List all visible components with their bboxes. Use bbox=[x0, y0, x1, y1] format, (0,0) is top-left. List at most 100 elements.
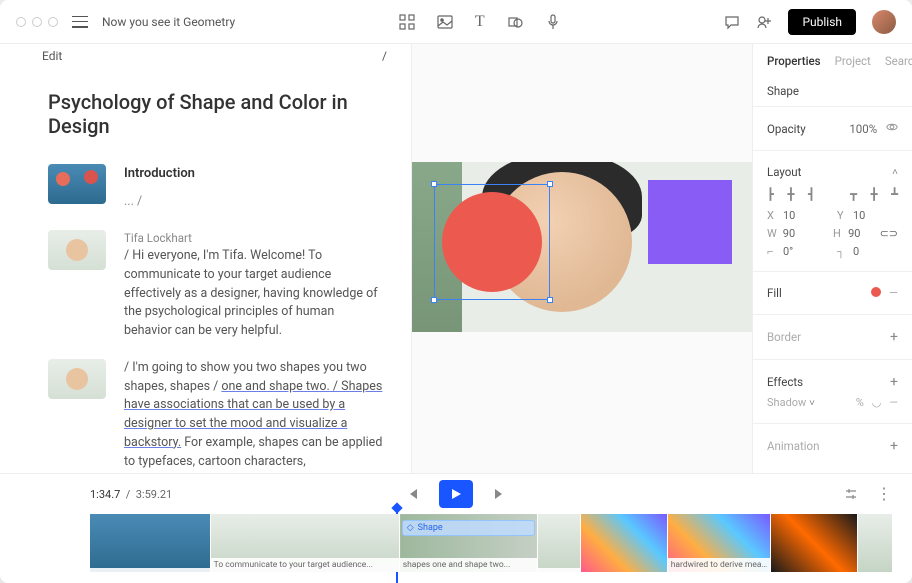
transcript-text[interactable]: / Hi everyone, I'm Tifa. Welcome! To com… bbox=[124, 247, 383, 341]
shadow-label[interactable]: Shadow ˅ bbox=[767, 396, 815, 409]
grid-icon[interactable] bbox=[399, 14, 415, 30]
slash-indicator: / bbox=[382, 49, 387, 63]
animation-section: Animation + bbox=[753, 423, 912, 468]
menu-icon[interactable] bbox=[72, 16, 88, 28]
fill-section: Fill — bbox=[753, 271, 912, 314]
opacity-value[interactable]: 100% bbox=[849, 122, 877, 136]
shape-icon[interactable] bbox=[507, 14, 523, 30]
add-animation-icon[interactable]: + bbox=[890, 438, 898, 454]
align-center-h-icon[interactable]: ╋ bbox=[788, 187, 795, 201]
timeline-clip[interactable]: hardwired to derive meaning from shapes,… bbox=[668, 514, 771, 572]
tab-search[interactable]: Search bbox=[885, 54, 912, 68]
align-top-icon[interactable]: ┳ bbox=[850, 187, 857, 201]
chevron-up-icon[interactable]: ˄ bbox=[892, 167, 898, 178]
lock-aspect-icon[interactable]: ⊂⊃ bbox=[880, 227, 898, 240]
edit-row: Edit / bbox=[0, 44, 411, 68]
remove-shadow-icon[interactable]: — bbox=[889, 396, 898, 409]
doc-heading: Psychology of Shape and Color in Design bbox=[48, 90, 383, 138]
minimize-dot[interactable] bbox=[32, 17, 42, 27]
timeline-clip[interactable]: ◇Shape shapes one and shape two... bbox=[400, 514, 537, 572]
playback-controls bbox=[405, 480, 507, 508]
transcript-text[interactable]: / I'm going to show you two shapes you t… bbox=[124, 359, 383, 473]
y-input[interactable]: 10 bbox=[853, 209, 881, 222]
timeline-clip[interactable] bbox=[771, 514, 856, 572]
share-icon[interactable] bbox=[756, 14, 772, 30]
timeline-clip[interactable] bbox=[581, 514, 666, 572]
rotation-input[interactable]: 0° bbox=[783, 245, 811, 258]
comment-icon[interactable] bbox=[724, 14, 740, 30]
x-input[interactable]: 10 bbox=[783, 209, 811, 222]
layout-label: Layout bbox=[767, 165, 801, 179]
script-row: Introduction ... / bbox=[48, 164, 383, 212]
shadow-pct-icon[interactable]: % bbox=[856, 396, 864, 409]
timeline-clip[interactable]: To communicate to your target audience..… bbox=[211, 514, 399, 572]
tab-properties[interactable]: Properties bbox=[767, 54, 821, 68]
time-display: 1:34.7 / 3:59.21 bbox=[90, 488, 172, 501]
timeline-clip[interactable] bbox=[538, 514, 581, 572]
add-border-icon[interactable]: + bbox=[890, 329, 898, 345]
h-input[interactable]: 90 bbox=[848, 227, 873, 240]
fill-color-swatch[interactable] bbox=[871, 287, 881, 297]
script-row: / I'm going to show you two shapes you t… bbox=[48, 359, 383, 473]
edit-label[interactable]: Edit bbox=[42, 49, 62, 63]
clip-thumbnail[interactable] bbox=[48, 164, 106, 204]
effects-label: Effects bbox=[767, 375, 803, 389]
add-effect-icon[interactable]: + bbox=[890, 374, 898, 390]
skip-forward-icon[interactable] bbox=[493, 487, 507, 501]
tab-project[interactable]: Project bbox=[835, 54, 871, 68]
align-left-icon[interactable]: ┣ bbox=[767, 187, 774, 201]
align-right-icon[interactable]: ┫ bbox=[808, 187, 815, 201]
transport-bar: 1:34.7 / 3:59.21 ⋮ bbox=[0, 474, 912, 514]
ellipsis: ... / bbox=[124, 193, 383, 212]
timeline-clip[interactable] bbox=[858, 514, 892, 572]
total-time: 3:59.21 bbox=[136, 488, 172, 501]
animation-label: Animation bbox=[767, 439, 819, 453]
remove-fill-icon[interactable]: — bbox=[889, 286, 898, 300]
user-avatar[interactable] bbox=[872, 10, 896, 34]
visibility-icon[interactable] bbox=[886, 122, 898, 136]
clip-thumbnail[interactable] bbox=[48, 359, 106, 399]
speaker-name: Tifa Lockhart bbox=[124, 230, 383, 247]
opacity-section: Opacity 100% bbox=[753, 106, 912, 150]
align-icons: ┣ ╋ ┫ ┳ ╋ ┻ bbox=[767, 187, 898, 201]
play-button[interactable] bbox=[439, 480, 473, 508]
image-icon[interactable] bbox=[437, 14, 453, 30]
text-icon[interactable]: T bbox=[475, 13, 485, 31]
align-bottom-icon[interactable]: ┻ bbox=[891, 187, 898, 201]
close-dot[interactable] bbox=[16, 17, 26, 27]
align-center-v-icon[interactable]: ╋ bbox=[871, 187, 878, 201]
video-canvas[interactable] bbox=[412, 162, 752, 332]
script-pane: Edit / Psychology of Shape and Color in … bbox=[0, 44, 412, 473]
current-time: 1:34.7 bbox=[90, 488, 120, 501]
w-input[interactable]: 90 bbox=[783, 227, 808, 240]
zoom-dot[interactable] bbox=[48, 17, 58, 27]
footer: 1:34.7 / 3:59.21 ⋮ To communicate to you… bbox=[0, 473, 912, 583]
shadow-toggle-icon[interactable]: ◡ bbox=[872, 396, 882, 409]
section-heading: Introduction bbox=[124, 164, 383, 184]
properties-tabs: Properties Project Search bbox=[753, 44, 912, 76]
fill-label: Fill bbox=[767, 286, 782, 300]
script-row: Tifa Lockhart / Hi everyone, I'm Tifa. W… bbox=[48, 230, 383, 341]
mic-icon[interactable] bbox=[545, 14, 561, 30]
skip-back-icon[interactable] bbox=[405, 487, 419, 501]
title-bar: Now you see it Geometry T Publish bbox=[0, 0, 912, 44]
timeline[interactable]: To communicate to your target audience..… bbox=[0, 514, 912, 583]
shape-section: Shape bbox=[753, 76, 912, 106]
timeline-clip[interactable] bbox=[90, 514, 210, 572]
shape-overlay-tag[interactable]: ◇Shape bbox=[402, 520, 535, 536]
center-toolbar: T bbox=[399, 13, 561, 31]
border-label: Border bbox=[767, 330, 801, 344]
effects-section: Effects + Shadow ˅ % ◡ — bbox=[753, 359, 912, 423]
publish-button[interactable]: Publish bbox=[788, 9, 856, 35]
selection-box[interactable] bbox=[434, 184, 550, 300]
corner-input[interactable]: 0 bbox=[853, 245, 881, 258]
document-body[interactable]: Psychology of Shape and Color in Design … bbox=[0, 68, 411, 473]
document-title[interactable]: Now you see it Geometry bbox=[102, 15, 235, 29]
shape-label: Shape bbox=[767, 84, 799, 98]
clip-thumbnail[interactable] bbox=[48, 230, 106, 270]
purple-square-shape[interactable] bbox=[648, 180, 732, 264]
more-icon[interactable]: ⋮ bbox=[876, 487, 892, 501]
window-controls[interactable] bbox=[16, 17, 58, 27]
opacity-label: Opacity bbox=[767, 122, 806, 136]
timeline-settings-icon[interactable] bbox=[844, 487, 858, 501]
